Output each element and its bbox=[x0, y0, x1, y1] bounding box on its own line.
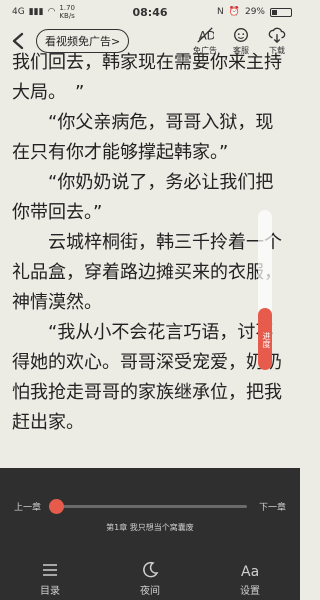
bottom-tabbar: 目录 夜间 Aa 设置 bbox=[0, 556, 300, 600]
tab-settings[interactable]: Aa 设置 bbox=[220, 560, 280, 597]
next-chapter-button[interactable]: 下一章 bbox=[259, 500, 286, 513]
tab-settings-label: 设置 bbox=[240, 585, 260, 597]
tab-catalog-label: 目录 bbox=[40, 585, 60, 597]
chapter-progress-row: 上一章 下一章 bbox=[0, 496, 300, 516]
speed-value: 1.70 bbox=[59, 4, 76, 12]
battery-icon bbox=[270, 7, 292, 17]
scroll-indicator[interactable]: 进度 bbox=[258, 210, 272, 370]
nfc-icon: N bbox=[217, 7, 224, 17]
no-ads-action[interactable]: AD 免广告 bbox=[192, 26, 218, 56]
scroll-thumb-label: 进度 bbox=[262, 332, 271, 348]
tab-night-label: 夜间 bbox=[140, 585, 160, 597]
download-icon bbox=[268, 27, 286, 44]
prev-chapter-button[interactable]: 上一章 bbox=[14, 500, 41, 513]
paragraph: “我从小不会花言巧语，讨不得她的欢心。哥哥深受宠爱，奶奶怕我抢走哥哥的家族继承位… bbox=[12, 322, 282, 433]
signal-icon: ▮▮▮ bbox=[28, 7, 44, 17]
status-right: N ⏰ 29% bbox=[217, 7, 292, 17]
reading-content[interactable]: 我们回去，韩家现在需要你来主持大局。 ” “你父亲病危，哥哥入狱，现在只有你才能够… bbox=[12, 48, 288, 438]
clock: 08:46 bbox=[132, 5, 168, 19]
reader-control-panel: 上一章 下一章 第1章 我只想当个窝囊废 目录 夜间 Aa 设置 bbox=[0, 468, 300, 600]
menu-list-icon bbox=[43, 563, 57, 576]
customer-service-action[interactable]: 客服 bbox=[228, 26, 254, 56]
svg-text:Aa: Aa bbox=[241, 564, 259, 580]
paragraph: 云城梓桐街，韩三千拎着一个礼品盒，穿着路边摊买来的衣服，神情漠然。 bbox=[12, 232, 282, 313]
no-ad-icon: AD bbox=[197, 27, 214, 43]
download-label: 下载 bbox=[269, 46, 285, 55]
customer-service-label: 客服 bbox=[233, 46, 249, 55]
chevron-left-icon bbox=[12, 32, 24, 50]
status-left: 4G ▮▮▮ ◠ 1.70 KB/s bbox=[12, 4, 75, 20]
chapter-title: 第1章 我只想当个窝囊废 bbox=[106, 523, 194, 532]
svg-text:AD: AD bbox=[199, 29, 214, 43]
moon-icon bbox=[143, 561, 159, 577]
watch-video-no-ads-button[interactable]: 看视频免广告> bbox=[36, 29, 130, 53]
network-label: 4G bbox=[12, 7, 25, 17]
back-button[interactable] bbox=[6, 29, 30, 53]
download-action[interactable]: 下载 bbox=[264, 26, 290, 56]
speed-unit: KB/s bbox=[59, 12, 75, 20]
status-bar: 4G ▮▮▮ ◠ 1.70 KB/s 08:46 N ⏰ 29% bbox=[0, 0, 300, 24]
tab-catalog[interactable]: 目录 bbox=[20, 560, 80, 597]
battery-percent: 29% bbox=[244, 7, 265, 17]
slider-knob[interactable] bbox=[49, 498, 65, 514]
header-actions: AD 免广告 客服 下载 bbox=[192, 26, 290, 56]
chapter-progress-slider[interactable] bbox=[49, 498, 247, 514]
speed-readout: 1.70 KB/s bbox=[59, 4, 75, 20]
wifi-icon: ◠ bbox=[47, 7, 56, 17]
font-settings-icon: Aa bbox=[241, 564, 259, 580]
customer-service-icon bbox=[234, 28, 248, 42]
paragraph: “你奶奶说了，务必让我们把你带回去。” bbox=[12, 172, 274, 223]
tab-night-mode[interactable]: 夜间 bbox=[120, 560, 180, 597]
battery-fill bbox=[272, 9, 278, 15]
reader-header: 看视频免广告> AD 免广告 客服 下载 bbox=[0, 24, 300, 58]
no-ads-label: 免广告 bbox=[193, 46, 217, 55]
paragraph: “你父亲病危，哥哥入狱，现在只有你才能够撑起韩家。” bbox=[12, 112, 274, 163]
alarm-icon: ⏰ bbox=[228, 7, 240, 17]
